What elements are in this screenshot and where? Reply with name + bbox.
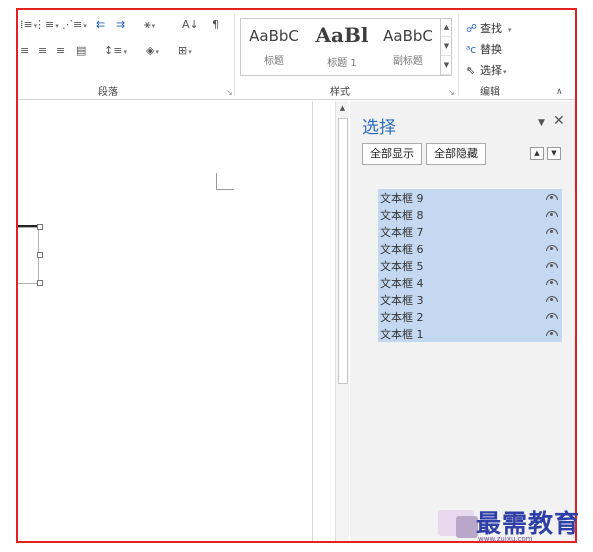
- sort-icon[interactable]: A↓: [182, 18, 199, 32]
- editing-group-label: 编辑: [480, 87, 500, 98]
- item-label: 文本框 2: [380, 311, 424, 324]
- style-sample: AaBl: [315, 23, 369, 47]
- find-button[interactable]: ☍ 查找 ▾: [466, 20, 512, 36]
- style-name: 标题: [264, 56, 284, 67]
- style-sample: AaBbC: [383, 27, 433, 45]
- styles-scroll-down-icon[interactable]: ▼: [441, 37, 452, 56]
- page-edge: [312, 101, 313, 541]
- style-heading-1[interactable]: AaBl 标题 1: [309, 19, 375, 75]
- find-label: 查找: [480, 22, 502, 35]
- list-item[interactable]: 文本框 7: [378, 223, 562, 240]
- ribbon: ⁞≡▾ ⋮≡▾ ⋰≡▾ ⇇ ⇉ ⚹▾ A↓ ¶ ≡ ≡ ≡ ▤ ↕≡▾ ◈▾ ⊞…: [18, 10, 575, 100]
- item-label: 文本框 8: [380, 209, 424, 222]
- style-subtitle[interactable]: AaBbC 副标题: [375, 19, 441, 75]
- style-name: 标题 1: [327, 58, 357, 69]
- list-item[interactable]: 文本框 8: [378, 206, 562, 223]
- watermark-url: www.zuixu.com: [478, 535, 533, 543]
- line-spacing-icon[interactable]: ↕≡▾: [104, 44, 127, 59]
- app-window: ⁞≡▾ ⋮≡▾ ⋰≡▾ ⇇ ⇉ ⚹▾ A↓ ¶ ≡ ≡ ≡ ▤ ↕≡▾ ◈▾ ⊞…: [16, 8, 577, 543]
- margin-corner-mark: [216, 173, 217, 190]
- eye-icon[interactable]: [546, 245, 558, 251]
- bring-forward-icon[interactable]: ▲: [530, 147, 544, 160]
- numbering-icon[interactable]: ⋮≡▾: [34, 18, 59, 33]
- resize-handle[interactable]: [37, 224, 43, 230]
- paragraph-group-label: 段落: [98, 87, 118, 98]
- styles-gallery: AaBbC 标题 AaBl 标题 1 AaBbC 副标题 ▲ ▼ ▼: [240, 18, 452, 76]
- styles-group-label: 样式: [330, 87, 350, 98]
- replace-label: 替换: [480, 43, 502, 56]
- send-backward-icon[interactable]: ▼: [547, 147, 561, 160]
- shape-list: 文本框 9 文本框 8 文本框 7 文本框 6 文本框 5 文本框 4 文本框 …: [378, 189, 562, 342]
- pane-options-icon[interactable]: ▼: [538, 118, 545, 128]
- list-item[interactable]: 文本框 9: [378, 189, 562, 206]
- styles-scroll: ▲ ▼ ▼: [440, 18, 452, 76]
- group-divider: [234, 14, 235, 96]
- pane-title: 选择: [362, 118, 396, 138]
- eye-icon[interactable]: [546, 194, 558, 200]
- list-item[interactable]: 文本框 1: [378, 325, 562, 342]
- align-right-icon[interactable]: ≡: [56, 44, 65, 58]
- replace-icon: ᵃc: [466, 43, 477, 56]
- item-label: 文本框 4: [380, 277, 424, 290]
- align-center-icon[interactable]: ≡: [38, 44, 47, 58]
- item-label: 文本框 6: [380, 243, 424, 256]
- eye-icon[interactable]: [546, 296, 558, 302]
- show-all-button[interactable]: 全部显示: [362, 143, 422, 165]
- selection-pane: 选择 ▼ ✕ 全部显示 全部隐藏 ▲ ▼ 文本框 9 文本框 8 文本框 7 文…: [350, 101, 575, 541]
- item-label: 文本框 5: [380, 260, 424, 273]
- show-marks-icon[interactable]: ¶: [212, 18, 219, 32]
- scroll-up-icon[interactable]: ▲: [337, 103, 348, 114]
- align-left-icon[interactable]: ≡: [20, 44, 29, 58]
- increase-indent-icon[interactable]: ⇉: [116, 18, 125, 32]
- chinese-layout-icon[interactable]: ⚹▾: [144, 18, 155, 33]
- scroll-thumb[interactable]: [338, 118, 348, 384]
- styles-scroll-up-icon[interactable]: ▲: [441, 18, 452, 37]
- select-label: 选择: [480, 64, 502, 77]
- style-title[interactable]: AaBbC 标题: [241, 19, 307, 75]
- item-label: 文本框 7: [380, 226, 424, 239]
- eye-icon[interactable]: [546, 211, 558, 217]
- list-item[interactable]: 文本框 3: [378, 291, 562, 308]
- item-label: 文本框 3: [380, 294, 424, 307]
- watermark-logo: 最需教育 www.zuixu.com: [438, 502, 593, 548]
- binoculars-icon: ☍: [466, 22, 478, 35]
- cursor-icon: ⇖: [466, 64, 476, 77]
- hide-all-button[interactable]: 全部隐藏: [426, 143, 486, 165]
- styles-launcher-icon[interactable]: ↘: [448, 88, 455, 97]
- vertical-scrollbar[interactable]: ▲: [335, 101, 349, 541]
- eye-icon[interactable]: [546, 228, 558, 234]
- eye-icon[interactable]: [546, 262, 558, 268]
- watermark-mark: [456, 516, 478, 538]
- selected-textbox[interactable]: [18, 227, 39, 284]
- list-item[interactable]: 文本框 5: [378, 257, 562, 274]
- shading-icon[interactable]: ◈▾: [146, 44, 159, 59]
- eye-icon[interactable]: [546, 313, 558, 319]
- document-canvas[interactable]: [18, 101, 340, 541]
- styles-more-icon[interactable]: ▼: [441, 56, 452, 75]
- justify-icon[interactable]: ▤: [76, 44, 86, 58]
- resize-handle[interactable]: [37, 252, 43, 258]
- close-icon[interactable]: ✕: [553, 113, 565, 129]
- style-sample: AaBbC: [249, 27, 299, 45]
- replace-button[interactable]: ᵃc 替换: [466, 41, 502, 57]
- list-item[interactable]: 文本框 4: [378, 274, 562, 291]
- group-divider: [458, 14, 459, 96]
- eye-icon[interactable]: [546, 330, 558, 336]
- resize-handle[interactable]: [37, 280, 43, 286]
- list-item[interactable]: 文本框 6: [378, 240, 562, 257]
- borders-icon[interactable]: ⊞▾: [178, 44, 192, 59]
- item-label: 文本框 9: [380, 192, 424, 205]
- collapse-ribbon-icon[interactable]: ∧: [556, 87, 563, 97]
- style-name: 副标题: [393, 56, 423, 67]
- list-item[interactable]: 文本框 2: [378, 308, 562, 325]
- item-label: 文本框 1: [380, 328, 424, 341]
- margin-corner-mark: [216, 189, 234, 190]
- eye-icon[interactable]: [546, 279, 558, 285]
- decrease-indent-icon[interactable]: ⇇: [96, 18, 105, 32]
- paragraph-launcher-icon[interactable]: ↘: [226, 88, 233, 97]
- select-button[interactable]: ⇖ 选择▾: [466, 62, 507, 78]
- outline-list-icon[interactable]: ⋰≡▾: [62, 18, 87, 33]
